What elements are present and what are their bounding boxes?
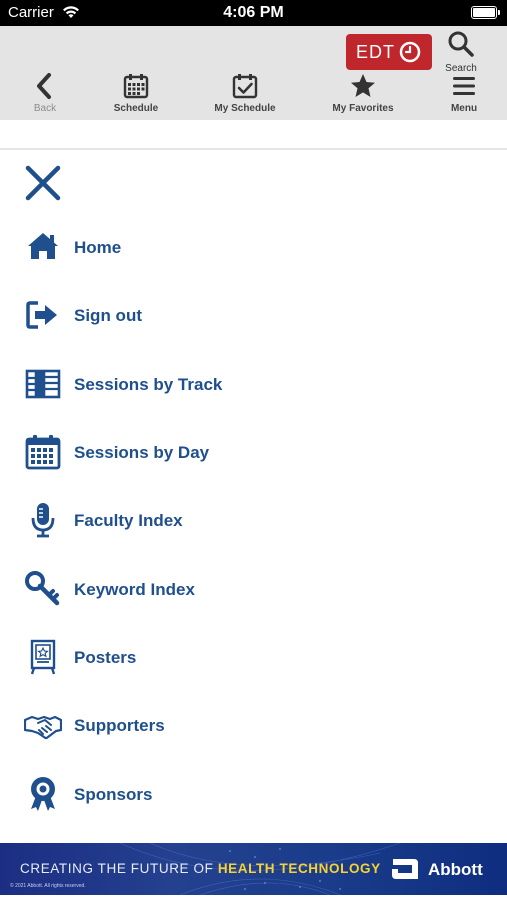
menu-label: Menu <box>450 103 478 114</box>
menu-item-label: Sponsors <box>74 785 153 804</box>
menu-item-sessions-by-day[interactable]: Sessions by Day <box>0 421 507 481</box>
calendar-grid-icon <box>123 74 149 99</box>
key-icon <box>25 571 60 606</box>
menu-item-sponsors[interactable]: Sponsors <box>0 763 507 823</box>
star-icon <box>351 74 375 97</box>
menu-item-label: Sign out <box>74 306 142 325</box>
menu-item-label: Faculty Index <box>74 511 183 530</box>
microphone-icon <box>31 503 55 538</box>
status-time: 4:06 PM <box>223 4 284 21</box>
sponsor-banner[interactable]: CREATING THE FUTURE OF HEALTH TECHNOLOGY… <box>0 843 507 895</box>
menu-item-label: Posters <box>74 648 137 667</box>
banner-tagline-highlight: HEALTH TECHNOLOGY <box>217 861 381 876</box>
my-schedule-label: My Schedule <box>214 103 276 114</box>
menu-item-keyword-index[interactable]: Keyword Index <box>0 558 507 618</box>
menu-item-posters[interactable]: Posters <box>0 626 507 686</box>
toolbar-divider <box>0 148 507 150</box>
abbott-brand-name: Abbott <box>428 860 483 879</box>
banner-copyright: © 2021 Abbott. All rights reserved. <box>10 883 86 889</box>
clock-icon <box>399 41 421 63</box>
schedule-label: Schedule <box>113 103 159 114</box>
menu-item-sessions-by-track[interactable]: Sessions by Track <box>0 353 507 413</box>
menu-item-label: Sessions by Day <box>74 443 210 462</box>
status-bar: Carrier 4:06 PM <box>0 0 507 26</box>
hamburger-menu-icon <box>453 77 475 95</box>
search-button[interactable]: Search <box>440 30 482 74</box>
edt-timezone-button[interactable]: EDT <box>346 34 432 70</box>
menu-item-home[interactable]: Home <box>0 216 507 276</box>
back-label: Back <box>33 103 57 114</box>
schedule-button[interactable]: Schedule <box>91 72 181 116</box>
bottom-strip <box>0 895 507 900</box>
menu-item-supporters[interactable]: Supporters <box>0 694 507 754</box>
chevron-left-icon <box>37 73 51 99</box>
abbott-logo-icon <box>392 859 418 879</box>
track-list-icon <box>25 369 61 399</box>
menu-button[interactable]: Menu <box>419 72 507 116</box>
menu-item-label: Supporters <box>74 716 165 735</box>
search-icon <box>448 31 474 57</box>
edt-label: EDT <box>356 42 395 62</box>
menu-item-label: Keyword Index <box>74 580 195 599</box>
menu-item-sign-out[interactable]: Sign out <box>0 284 507 344</box>
award-ribbon-icon <box>31 777 55 811</box>
menu-item-faculty-index[interactable]: Faculty Index <box>0 489 507 549</box>
banner-tagline: CREATING THE FUTURE OF HEALTH TECHNOLOGY <box>20 861 381 876</box>
home-icon <box>28 233 58 259</box>
my-schedule-button[interactable]: My Schedule <box>200 72 290 116</box>
banner-tagline-prefix: CREATING THE FUTURE OF <box>20 861 218 876</box>
my-favorites-button[interactable]: My Favorites <box>318 72 408 116</box>
top-toolbar: EDT Search Back Schedule My Schedule My … <box>0 26 507 120</box>
back-button[interactable]: Back <box>0 72 90 116</box>
close-menu-icon[interactable] <box>24 164 62 202</box>
battery-icon <box>471 6 500 19</box>
calendar-check-icon <box>232 74 258 99</box>
calendar-icon <box>25 435 61 470</box>
poster-easel-icon <box>30 639 56 675</box>
my-favorites-label: My Favorites <box>332 103 394 114</box>
menu-item-label: Sessions by Track <box>74 375 223 394</box>
sign-out-icon <box>26 301 57 329</box>
handshake-icon <box>24 715 62 740</box>
menu-item-label: Home <box>74 238 122 257</box>
